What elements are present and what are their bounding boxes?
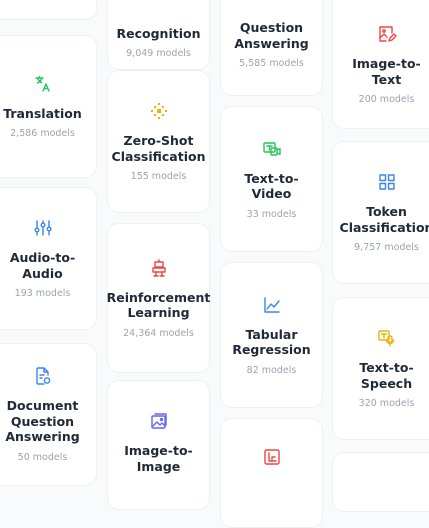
task-title: Translation [3,105,82,121]
task-card-tabular-regression[interactable]: Tabular Regression 82 models [220,262,323,408]
sparkle-icon [149,101,169,121]
grid-icon [377,172,397,192]
task-title: Text-to-Speech [359,360,414,391]
task-model-count: 50 models [17,451,68,463]
task-model-count: 2,586 models [10,128,75,140]
task-title: Token Classification [339,204,429,235]
card-bottom-partial[interactable] [332,452,429,512]
speech-icon [377,328,397,348]
task-card-zero-shot-classification[interactable]: Zero-Shot Classification 155 models [107,70,210,213]
card-top-partial[interactable] [0,0,97,20]
task-title: Reinforcement Learning [106,289,211,321]
task-card-reinforcement-learning[interactable]: Reinforcement Learning 24,364 models [107,223,210,373]
task-title: Tabular Regression [232,326,311,358]
task-model-count: 320 models [358,398,415,409]
task-card-question-answering[interactable]: Question Answering 5,585 models [220,0,323,96]
task-card-image-to-image[interactable]: Image-to- Image [107,380,210,510]
task-title: Image-to- Image [124,443,193,474]
task-card-audio-to-audio[interactable]: Audio-to-Audio 193 models [0,187,97,330]
task-model-count: 9,757 models [354,242,419,253]
task-model-count: 24,364 models [123,327,194,339]
task-card-text-to-video[interactable]: Text-to-Video 33 models [220,106,323,252]
task-model-count: 193 models [14,288,71,299]
task-title: Zero-Shot Classification [111,133,206,164]
task-card-document-question-answering[interactable]: Document Question Answering 50 models [0,343,97,486]
task-card-text-to-speech[interactable]: Text-to-Speech 320 models [332,297,429,440]
image-icon [149,411,169,431]
line-chart-icon [262,295,282,315]
task-model-count: 200 models [358,94,415,105]
task-model-count: 5,585 models [239,58,304,69]
task-title: Recognition [116,25,201,41]
task-card-partial[interactable] [220,418,323,528]
task-title: Document Question Answering [5,398,80,445]
image-edit-icon [377,24,397,44]
document-icon [33,366,53,386]
sliders-icon [33,218,53,238]
task-card-image-to-text[interactable]: Image-to-Text 200 models [332,0,429,129]
task-model-count: 155 models [130,171,187,182]
task-card-translation[interactable]: Translation 2,586 models [0,35,97,178]
task-model-count: 82 models [246,364,297,376]
task-card-token-classification[interactable]: Token Classification 9,757 models [332,141,429,284]
task-model-count: 9,049 models [126,48,191,59]
task-card-recognition[interactable]: Recognition 9,049 models [107,0,210,70]
crop-icon [262,447,282,467]
task-title: Question Answering [234,20,309,51]
translate-icon [33,74,53,94]
robot-icon [149,258,169,278]
video-icon [262,139,282,159]
task-title: Image-to-Text [352,56,421,87]
task-title: Text-to-Video [244,170,299,202]
task-title: Audio-to-Audio [9,250,76,281]
task-model-count: 33 models [246,208,297,220]
